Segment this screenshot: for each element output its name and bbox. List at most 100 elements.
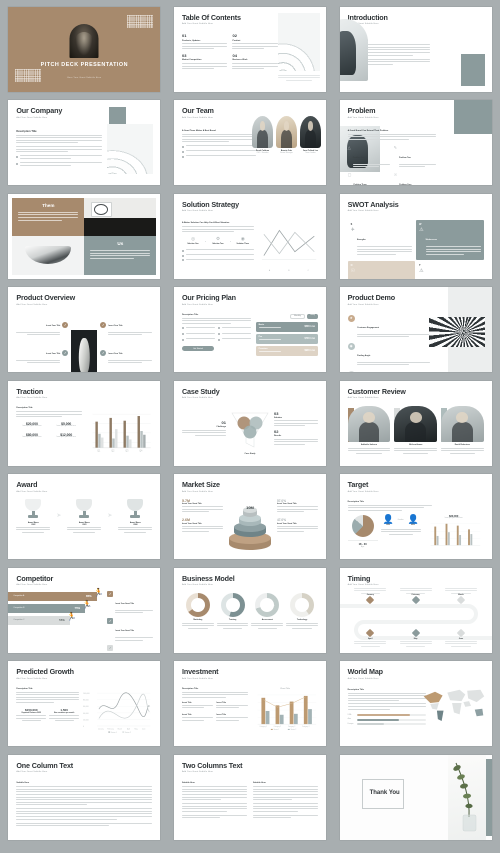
review-card[interactable]: Adelaide Jackson: [347, 406, 391, 454]
get-started-button[interactable]: Get Started: [181, 346, 214, 352]
product-feature[interactable]: Insert Your Title ✓: [16, 313, 69, 337]
model-item[interactable]: 65% Marketing: [181, 593, 214, 629]
slide-predicted-growth[interactable]: Predicted Growth Add Your Great Subtitle…: [8, 661, 161, 747]
competitor-check-item[interactable]: ✓ Insert Your Great Title: [107, 617, 154, 642]
model-item[interactable]: 55% Training: [216, 593, 249, 629]
female-icon: 👤: [407, 513, 419, 524]
metric-label: New customer per month: [53, 712, 75, 715]
slide-one-column-text[interactable]: One Column Text Add Your Great Subtitle …: [8, 754, 161, 840]
pricing-plan-premium[interactable]: Premium $900 / mo: [255, 346, 318, 357]
slide-target[interactable]: Target Add Your Great Subtitle Here Desc…: [339, 474, 492, 560]
slide-competitor[interactable]: Competitor Add Your Great Subtitle Here …: [8, 567, 161, 653]
toc-item[interactable]: 01 Products, Updates: [181, 34, 228, 51]
demo-item[interactable]: ⚙ Processing Buyer: [347, 371, 430, 373]
page-title: One Column Text: [16, 760, 74, 770]
plan-price: $900 / mo: [304, 350, 315, 353]
team-member[interactable]: Jane Pollard Lee Team Leader: [299, 116, 321, 155]
slide-problem[interactable]: Problem Add Your Great Subtitle Here A G…: [339, 100, 492, 186]
runner-icon: 🏃: [66, 611, 77, 621]
toc-item[interactable]: 03 Market Competition: [181, 53, 228, 71]
slide-our-team[interactable]: Our Team Add Your Great Subtitle Here A …: [173, 100, 326, 186]
competitor-check-item[interactable]: ✓ Insert Your Great Title: [107, 645, 153, 653]
pricing-plan-basic[interactable]: Basic $500 / mo: [255, 322, 318, 333]
page-subtitle: Add Your Great Subtitle Here: [181, 584, 213, 587]
product-feature[interactable]: Insert Your Title ✓: [16, 369, 68, 372]
slide-customer-review[interactable]: Customer Review Add Your Great Subtitle …: [339, 380, 492, 466]
problem-item[interactable]: ▢ Problem Three: [348, 172, 390, 185]
slide-pricing-plan[interactable]: Our Pricing Plan Add Your Great Subtitle…: [173, 287, 326, 373]
swot-opportunities[interactable]: O ☉ Opportunities: [347, 260, 416, 279]
toc-item[interactable]: 02 Product: [232, 34, 278, 51]
product-feature[interactable]: ✓ Insert Your Title: [100, 341, 153, 365]
competitor-check-item[interactable]: ✓ Insert Your Great Title: [107, 590, 154, 615]
slide-investment[interactable]: Investment Add Your Great Subtitle Here …: [173, 661, 326, 747]
toc-item[interactable]: 04 Business Work: [232, 53, 278, 71]
trophy-icon: [25, 498, 42, 521]
timeline-item[interactable]: May: [399, 628, 432, 647]
svg-text:Category 2: Category 2: [274, 725, 282, 728]
slide-market-size[interactable]: Market Size Add Your Great Subtitle Here…: [173, 474, 326, 560]
region-progress: Europe: [348, 723, 426, 726]
timeline-item[interactable]: January: [354, 587, 387, 605]
slide-them-vs-us[interactable]: Them Us: [8, 193, 161, 279]
problem-item[interactable]: ☉ Problem Four: [394, 172, 436, 185]
timeline-item[interactable]: March: [444, 587, 477, 605]
engagement-icon: ★: [347, 314, 355, 322]
slide-timing[interactable]: Timing Add Your Great Subtitle Here Janu…: [339, 567, 492, 653]
strategy-step[interactable]: ◎ Solution One: [182, 236, 204, 245]
slide-world-map[interactable]: World Map Add Your Great Subtitle Here D…: [339, 661, 492, 747]
competitor-bar[interactable]: Competitor C 55% 🏃: [8, 612, 77, 625]
award-item[interactable]: Award Name 2023: [67, 498, 102, 533]
model-item[interactable]: 40% Technology: [286, 593, 318, 629]
problem-item[interactable]: ✎ Problem Two: [394, 145, 436, 169]
model-item[interactable]: 70% Assessment: [251, 593, 284, 629]
strategy-step[interactable]: ◉ Solution Three: [232, 236, 254, 245]
slide-cover[interactable]: PITCH DECK PRESENTATION Here Your Great …: [8, 6, 161, 92]
strategy-step[interactable]: ⚙ Solution Two: [207, 236, 229, 245]
slide-slot: Thank You: [333, 751, 498, 844]
product-feature[interactable]: ✓ Insert Your Title: [100, 313, 153, 337]
metric-label: Insert your great label here: [56, 426, 76, 428]
timeline-item[interactable]: June: [444, 628, 477, 647]
slide-our-company[interactable]: Our Company Add Your Great Subtitle Here…: [8, 100, 161, 186]
slide-product-demo[interactable]: Product Demo Add Your Great Subtitle Her…: [339, 287, 492, 373]
slide-business-model[interactable]: Business Model Add Your Great Subtitle H…: [173, 567, 326, 653]
review-card[interactable]: Melissa Amara: [394, 406, 437, 454]
team-member[interactable]: Bonnie Ortiz Senior Manager: [275, 116, 297, 155]
product-feature[interactable]: ✓ Insert Your Title: [100, 369, 152, 372]
slide-swot-analysis[interactable]: SWOT Analysis Add Your Great Subtitle He…: [339, 193, 492, 279]
section-heading: Description Title: [16, 687, 33, 690]
swot-weaknesses[interactable]: W ⚠ Weaknesses: [416, 220, 484, 260]
slide-introduction[interactable]: Introduction Add Your Great Subtitle Her…: [339, 6, 492, 92]
page-subtitle: Add Your Great Subtitle Here: [347, 210, 379, 213]
award-item[interactable]: Award Name 2022: [16, 498, 51, 533]
slide-two-columns-text[interactable]: Two Columns Text Add Your Great Subtitle…: [173, 754, 326, 840]
slide-slot: Our Team Add Your Great Subtitle Here A …: [168, 97, 333, 190]
award-item[interactable]: Award Name 2024: [118, 498, 153, 533]
billing-toggle-monthly[interactable]: Monthly: [290, 313, 305, 320]
timeline-item[interactable]: February: [399, 587, 432, 605]
slide-award[interactable]: Award Add Your Great Subtitle Here Award…: [8, 474, 161, 560]
slide-solution-strategy[interactable]: Solution Strategy Add Your Great Subtitl…: [173, 193, 326, 279]
slide-traction[interactable]: Traction Add Your Great Subtitle Here De…: [8, 380, 161, 466]
case-step-challenge[interactable]: 01 Challenge: [181, 421, 226, 437]
slide-table-of-contents[interactable]: Table Of Contents Add Your Great Subtitl…: [173, 6, 326, 92]
case-step-results[interactable]: 02 Results: [273, 430, 318, 446]
swot-threats[interactable]: T ⚠ Threats: [416, 260, 484, 279]
slide-product-overview[interactable]: Product Overview Add Your Great Subtitle…: [8, 287, 161, 373]
billing-toggle-yearly[interactable]: Yearly: [306, 313, 318, 320]
pricing-plan-pro[interactable]: Pro $700 / mo: [255, 334, 318, 345]
product-feature[interactable]: Insert Your Title ✓: [16, 341, 69, 365]
timeline-item[interactable]: April: [354, 628, 387, 647]
slide-case-study[interactable]: Case Study Add Your Great Subtitle Here …: [173, 380, 326, 466]
slide-thank-you[interactable]: Thank You: [339, 754, 492, 840]
review-card[interactable]: David Robertson: [441, 406, 484, 454]
swot-strengths[interactable]: S ✈ Strengths: [347, 220, 416, 260]
team-member[interactable]: Derek Calahan CEO / Founder: [251, 116, 273, 155]
demo-item[interactable]: ◉ Finding Angle: [347, 342, 430, 367]
case-step-solution[interactable]: 03 Solution: [273, 411, 318, 427]
svg-text:Series 2: Series 2: [125, 731, 131, 734]
bulb-icon: ⚙: [215, 236, 220, 242]
demo-item[interactable]: ★ Customer Engagement: [347, 314, 430, 339]
problem-item[interactable]: △ Problem One: [348, 145, 390, 169]
